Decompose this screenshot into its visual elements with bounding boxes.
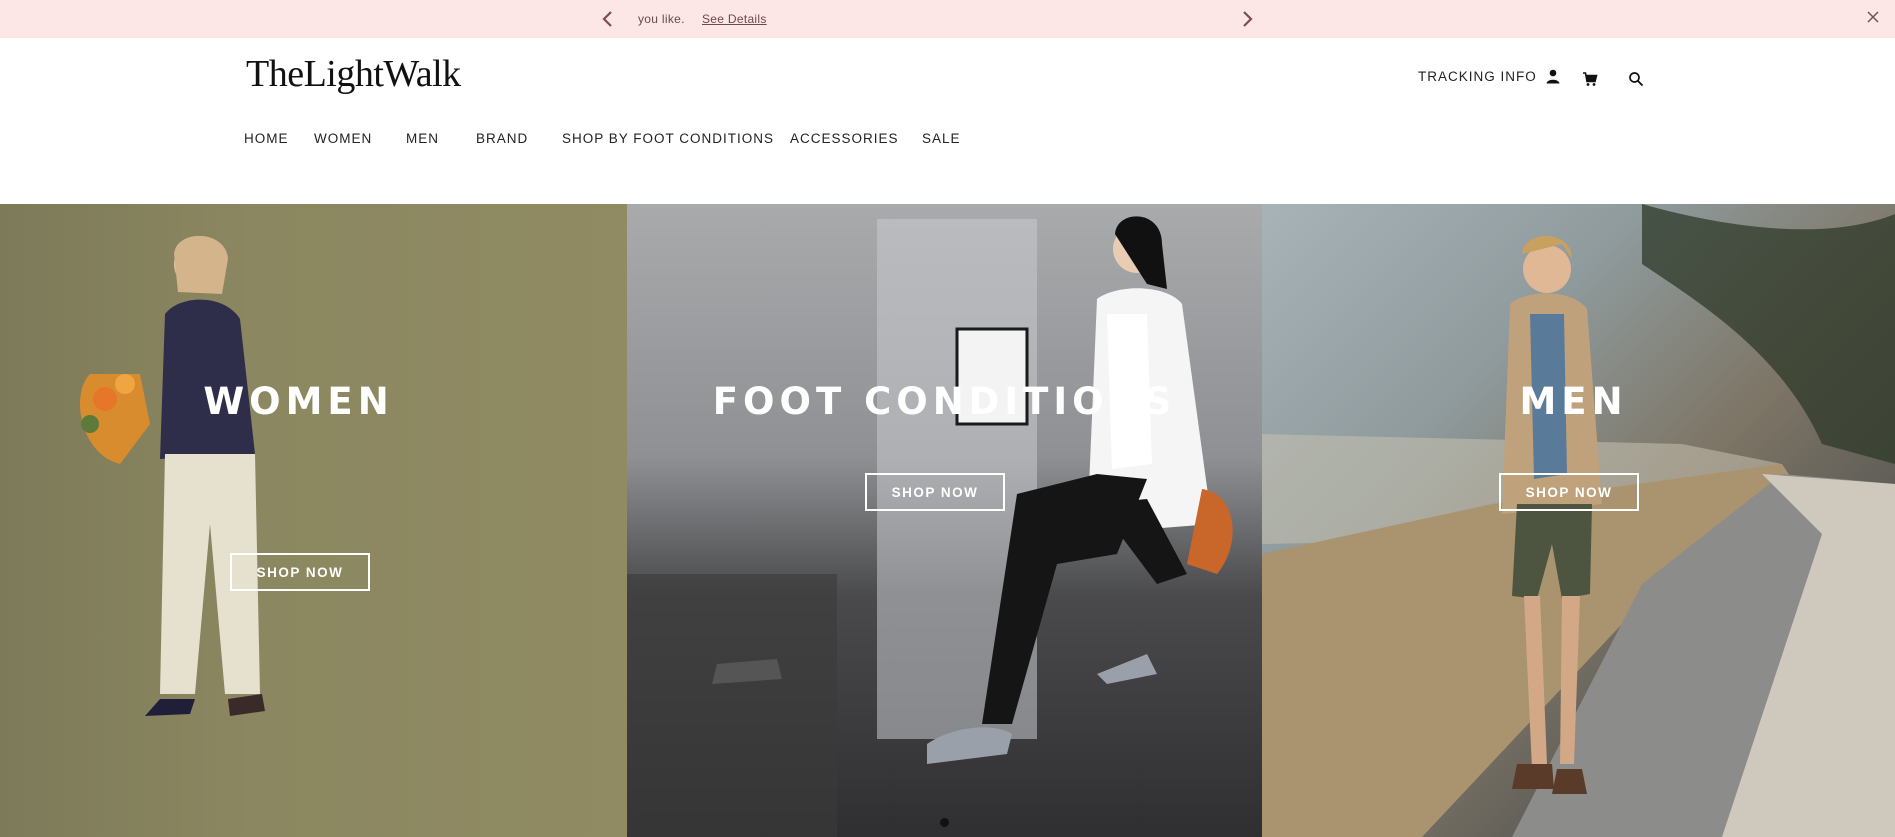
women-model-image	[80, 235, 265, 716]
site-logo[interactable]: TheLightWalk	[246, 52, 461, 96]
see-details-link[interactable]: See Details	[702, 12, 767, 26]
nav-item-accessories[interactable]: ACCESSORIES	[790, 131, 899, 146]
user-icon	[1545, 68, 1561, 84]
nav-item-women[interactable]: WOMEN	[314, 131, 372, 146]
prev-arrow-icon[interactable]	[597, 8, 619, 30]
carousel-dot[interactable]	[940, 818, 949, 827]
shop-now-button-women[interactable]: SHOP NOW	[230, 553, 370, 591]
search-icon[interactable]	[1628, 71, 1644, 87]
announcement-bar: you like. See Details	[0, 0, 1895, 38]
hero-panel-foot-conditions[interactable]: FOOT CONDITIONS SHOP NOW	[627, 204, 1262, 837]
tracking-info-link[interactable]: TRACKING INFO	[1418, 68, 1561, 84]
nav-item-men[interactable]: MEN	[406, 131, 439, 146]
tracking-info-label: TRACKING INFO	[1418, 68, 1537, 84]
nav-item-home[interactable]: HOME	[244, 131, 289, 146]
shop-now-button-men[interactable]: SHOP NOW	[1499, 473, 1639, 511]
site-header: TheLightWalk TRACKING INFO HOME WOMEN ME…	[0, 38, 1895, 204]
men-model-image	[1262, 204, 1895, 837]
next-arrow-icon[interactable]	[1236, 8, 1258, 30]
hero-title-women: WOMEN	[203, 380, 394, 423]
hero-panel-women[interactable]: WOMEN SHOP NOW	[0, 204, 627, 837]
nav-item-sale[interactable]: SALE	[922, 131, 961, 146]
close-icon[interactable]	[1865, 9, 1881, 25]
hero-title-foot-conditions: FOOT CONDITIONS	[712, 380, 1177, 423]
nav-item-shop-by-foot-conditions[interactable]: SHOP BY FOOT CONDITIONS	[562, 131, 774, 146]
shop-now-button-foot-conditions[interactable]: SHOP NOW	[865, 473, 1005, 511]
cart-icon[interactable]	[1582, 71, 1598, 87]
hero-title-men: MEN	[1519, 380, 1628, 423]
nav-item-brand[interactable]: BRAND	[476, 131, 528, 146]
announcement-message: you like.	[638, 12, 685, 26]
foot-conditions-model-image	[627, 216, 1233, 837]
hero-panel-men[interactable]: MEN SHOP NOW	[1262, 204, 1895, 837]
